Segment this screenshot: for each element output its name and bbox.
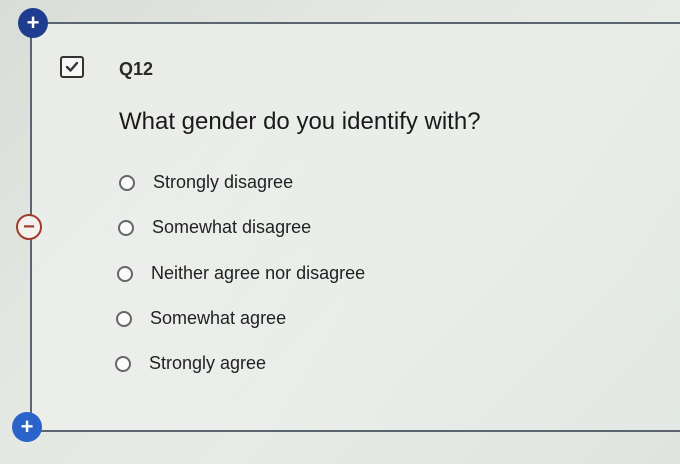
choice-label: Strongly agree bbox=[149, 353, 267, 373]
choice-label: Strongly disagree bbox=[153, 172, 294, 192]
radio-button[interactable] bbox=[117, 265, 133, 282]
radio-button[interactable] bbox=[115, 355, 131, 372]
remove-question-icon[interactable]: − bbox=[16, 214, 42, 240]
radio-button[interactable] bbox=[116, 310, 132, 327]
choice-label: Neither agree nor disagree bbox=[151, 263, 366, 283]
add-block-top-icon[interactable]: + bbox=[18, 8, 48, 38]
choice-label: Somewhat disagree bbox=[152, 217, 312, 237]
question-number: Q12 bbox=[119, 59, 154, 79]
choice-neither[interactable]: Neither agree nor disagree bbox=[117, 263, 365, 284]
question-text: What gender do you identify with? bbox=[119, 108, 481, 135]
choice-strongly-disagree[interactable]: Strongly disagree bbox=[119, 172, 293, 193]
radio-button[interactable] bbox=[119, 174, 135, 191]
radio-button[interactable] bbox=[118, 219, 134, 236]
checkmark-icon bbox=[65, 61, 79, 72]
question-select-checkbox[interactable] bbox=[60, 56, 84, 78]
choice-somewhat-agree[interactable]: Somewhat agree bbox=[116, 308, 286, 329]
choice-label: Somewhat agree bbox=[150, 308, 287, 328]
choice-strongly-agree[interactable]: Strongly agree bbox=[115, 353, 266, 374]
add-block-bottom-icon[interactable]: + bbox=[12, 412, 42, 442]
choice-somewhat-disagree[interactable]: Somewhat disagree bbox=[118, 217, 311, 238]
